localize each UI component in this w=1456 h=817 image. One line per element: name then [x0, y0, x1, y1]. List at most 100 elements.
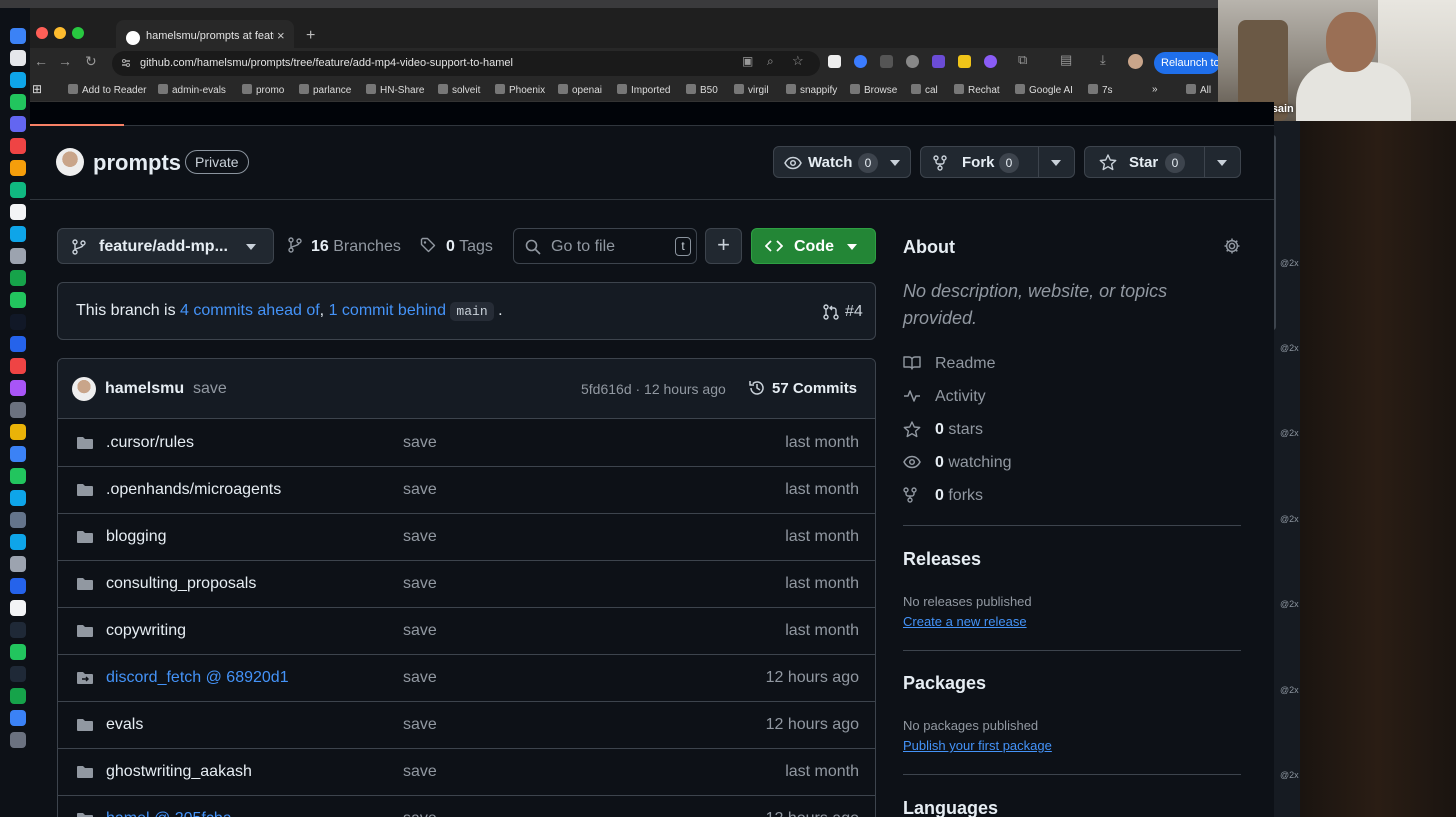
fork-button[interactable]: Fork 0 [920, 146, 1075, 178]
dock-app-icon[interactable] [10, 182, 26, 198]
dock-app-icon[interactable] [10, 248, 26, 264]
chevron-down-icon[interactable] [1051, 160, 1061, 166]
file-commit-message[interactable]: save [403, 716, 437, 734]
dock-app-icon[interactable] [10, 402, 26, 418]
dock-app-icon[interactable] [10, 600, 26, 616]
extension-icon[interactable] [854, 55, 867, 68]
dock-app-icon[interactable] [10, 72, 26, 88]
bookmark-star-icon[interactable]: ☆ [792, 53, 804, 69]
dock-app-icon[interactable] [10, 732, 26, 748]
download-icon[interactable]: ⤓ [1100, 52, 1106, 68]
dock-app-icon[interactable] [10, 50, 26, 66]
file-commit-message[interactable]: save [403, 481, 437, 499]
dock-app-icon[interactable] [10, 578, 26, 594]
commit-sha-time[interactable]: 5fd616d · 12 hours ago [581, 381, 726, 397]
bookmark-item[interactable]: 7s [1088, 84, 1113, 96]
close-tab-icon[interactable]: × [277, 28, 285, 43]
dock-app-icon[interactable] [10, 358, 26, 374]
new-tab-button[interactable]: + [306, 27, 315, 45]
branches-link[interactable]: 16 Branches [288, 237, 401, 256]
dock-app-icon[interactable] [10, 710, 26, 726]
commits-behind-link[interactable]: 1 commit behind [329, 302, 446, 319]
dock-app-icon[interactable] [10, 666, 26, 682]
dock-app-icon[interactable] [10, 512, 26, 528]
dock-app-icon[interactable] [10, 160, 26, 176]
extension-icon[interactable] [984, 55, 997, 68]
address-bar[interactable]: github.com/hamelsmu/prompts/tree/feature… [112, 51, 820, 76]
owner-avatar[interactable] [56, 148, 84, 176]
dock-app-icon[interactable] [10, 424, 26, 440]
bookmark-item[interactable]: B50 [686, 84, 718, 96]
apps-grid-icon[interactable]: ⊞ [32, 82, 42, 96]
bookmark-item[interactable]: cal [911, 84, 938, 96]
more-bookmarks-icon[interactable]: » [1152, 84, 1158, 95]
dock-app-icon[interactable] [10, 292, 26, 308]
reload-icon[interactable]: ↻ [85, 53, 97, 70]
dock-app-icon[interactable] [10, 204, 26, 220]
code-button[interactable]: Code [751, 228, 876, 264]
bookmark-item[interactable]: HN-Share [366, 84, 424, 96]
file-name[interactable]: hamel @ 205fcba [106, 810, 232, 817]
file-commit-message[interactable]: save [403, 528, 437, 546]
dock-app-icon[interactable] [10, 94, 26, 110]
file-commit-message[interactable]: save [403, 810, 437, 817]
extensions-puzzle-icon[interactable]: ⧉ [1018, 52, 1027, 68]
file-commit-message[interactable]: save [403, 575, 437, 593]
file-row[interactable]: .openhands/microagents save last month [58, 467, 875, 514]
dock-app-icon[interactable] [10, 28, 26, 44]
add-file-button[interactable]: + [705, 228, 742, 264]
side-panel-icon[interactable]: ▤ [1060, 52, 1072, 68]
publish-package-link[interactable]: Publish your first package [903, 738, 1052, 753]
file-name[interactable]: consulting_proposals [106, 575, 256, 593]
bookmark-item[interactable]: Add to Reader [68, 84, 147, 96]
dock-app-icon[interactable] [10, 380, 26, 396]
chevron-down-icon[interactable] [1217, 160, 1227, 166]
extension-icon[interactable] [932, 55, 945, 68]
bookmark-item[interactable]: All [1186, 84, 1211, 96]
file-row[interactable]: consulting_proposals save last month [58, 561, 875, 608]
dock-app-icon[interactable] [10, 138, 26, 154]
file-name[interactable]: .cursor/rules [106, 434, 194, 452]
file-row[interactable]: ghostwriting_aakash save last month [58, 749, 875, 796]
tags-link[interactable]: 0 Tags [420, 237, 493, 256]
commit-message[interactable]: save [193, 380, 227, 398]
minimize-window-button[interactable] [54, 27, 66, 39]
profile-avatar[interactable] [1128, 54, 1143, 69]
bookmark-item[interactable]: parlance [299, 84, 351, 96]
dock-app-icon[interactable] [10, 556, 26, 572]
file-name[interactable]: .openhands/microagents [106, 481, 281, 499]
file-row[interactable]: discord_fetch @ 68920d1 save 12 hours ago [58, 655, 875, 702]
commit-author[interactable]: hamelsmu [105, 380, 184, 398]
extension-icon[interactable] [828, 55, 841, 68]
site-info-icon[interactable] [120, 57, 132, 69]
star-button[interactable]: Star 0 [1084, 146, 1241, 178]
forward-icon[interactable]: → [58, 53, 72, 69]
zoom-window-button[interactable] [72, 27, 84, 39]
dock-app-icon[interactable] [10, 446, 26, 462]
packages-heading[interactable]: Packages [903, 673, 986, 694]
file-row[interactable]: blogging save last month [58, 514, 875, 561]
dock-app-icon[interactable] [10, 468, 26, 484]
commits-ahead-link[interactable]: 4 commits ahead of [180, 302, 320, 319]
bookmark-item[interactable]: snappify [786, 84, 837, 96]
file-row[interactable]: hamel @ 205fcba save 12 hours ago [58, 796, 875, 817]
zoom-icon[interactable]: ⌕ [767, 54, 774, 69]
bookmark-item[interactable]: admin-evals [158, 84, 226, 96]
bookmark-item[interactable]: virgil [734, 84, 769, 96]
repo-name[interactable]: prompts [93, 150, 181, 176]
close-window-button[interactable] [36, 27, 48, 39]
file-commit-message[interactable]: save [403, 622, 437, 640]
bookmark-item[interactable]: Phoenix [495, 84, 545, 96]
bookmark-item[interactable]: promo [242, 84, 284, 96]
file-name[interactable]: copywriting [106, 622, 186, 640]
file-name[interactable]: blogging [106, 528, 167, 546]
dock-app-icon[interactable] [10, 270, 26, 286]
file-row[interactable]: .cursor/rules save last month [58, 420, 875, 467]
extension-icon[interactable] [958, 55, 971, 68]
releases-heading[interactable]: Releases [903, 549, 981, 570]
file-row[interactable]: copywriting save last month [58, 608, 875, 655]
bookmark-item[interactable]: Browse [850, 84, 897, 96]
bookmark-item[interactable]: Google AI [1015, 84, 1073, 96]
extension-icon[interactable] [880, 55, 893, 68]
branch-selector[interactable]: feature/add-mp... [57, 228, 274, 264]
